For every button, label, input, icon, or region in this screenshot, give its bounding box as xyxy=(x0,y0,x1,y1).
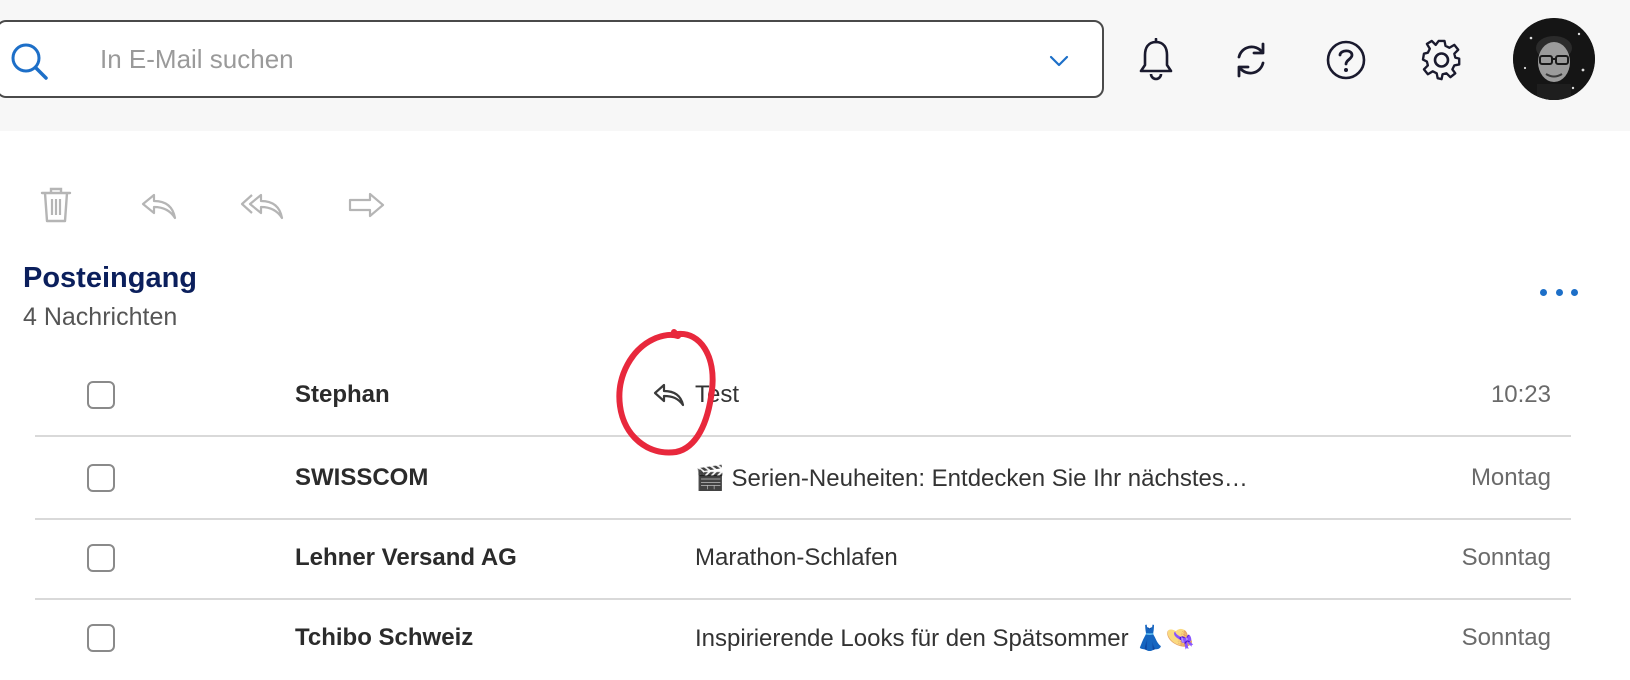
select-checkbox[interactable] xyxy=(87,381,115,409)
message-date: Sonntag xyxy=(1461,624,1551,651)
search-input[interactable] xyxy=(84,30,1016,88)
message-date: Sonntag xyxy=(1461,544,1551,571)
chevron-down-icon[interactable] xyxy=(1046,48,1072,74)
gear-icon[interactable] xyxy=(1414,32,1470,88)
message-row[interactable]: Stephan Test 10:23 xyxy=(35,357,1571,437)
select-checkbox[interactable] xyxy=(87,624,115,652)
bell-icon[interactable] xyxy=(1128,32,1184,88)
message-subject: 🎬 Serien-Neuheiten: Entdecken Sie Ihr nä… xyxy=(695,465,1248,492)
message-row[interactable]: Lehner Versand AG Marathon-Schlafen Sonn… xyxy=(35,520,1571,600)
reply-icon[interactable] xyxy=(134,180,184,230)
message-row[interactable]: Tchibo Schweiz Inspirierende Looks für d… xyxy=(35,600,1571,680)
message-date: 10:23 xyxy=(1490,381,1551,408)
avatar[interactable] xyxy=(1513,18,1595,100)
row-divider xyxy=(35,435,1571,437)
message-sender: SWISSCOM xyxy=(295,464,429,491)
replied-icon xyxy=(653,383,685,407)
message-sender: Tchibo Schweiz xyxy=(295,624,474,651)
select-checkbox[interactable] xyxy=(87,464,115,492)
forward-icon[interactable] xyxy=(342,180,392,230)
more-options-icon[interactable] xyxy=(1540,286,1578,298)
message-subject: Marathon-Schlafen xyxy=(695,544,898,571)
refresh-icon[interactable] xyxy=(1223,32,1279,88)
message-sender: Stephan xyxy=(295,381,390,408)
message-subject: Test xyxy=(695,381,740,408)
search-icon[interactable] xyxy=(8,40,50,82)
message-date: Montag xyxy=(1470,464,1551,491)
select-checkbox[interactable] xyxy=(87,544,115,572)
message-row[interactable]: SWISSCOM 🎬 Serien-Neuheiten: Entdecken S… xyxy=(35,440,1571,520)
message-count: 4 Nachrichten xyxy=(23,303,178,331)
reply-all-icon[interactable] xyxy=(238,180,288,230)
search-bar xyxy=(0,20,1104,98)
folder-title: Posteingang xyxy=(23,262,198,294)
help-icon[interactable] xyxy=(1318,32,1374,88)
message-sender: Lehner Versand AG xyxy=(295,544,517,571)
trash-icon[interactable] xyxy=(31,180,81,230)
